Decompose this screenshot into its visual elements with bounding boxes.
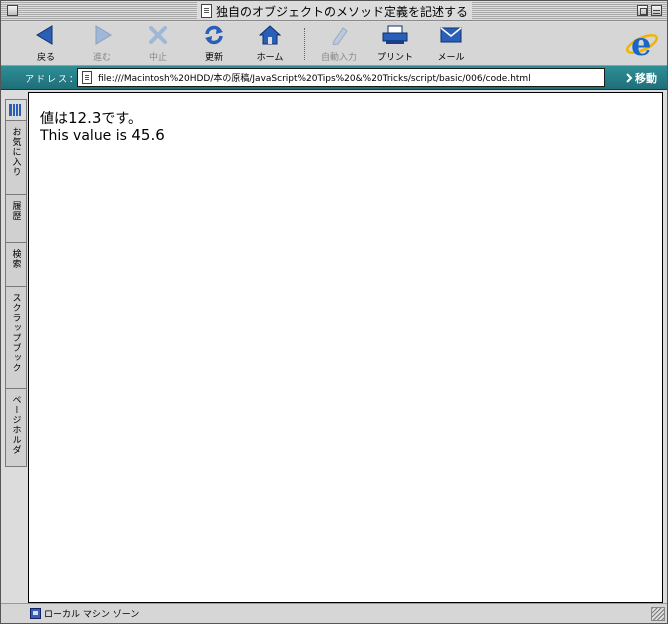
output-line-1: 値は12.3です。 <box>40 108 142 128</box>
sidebar-tab-label: 履歴 <box>10 201 21 221</box>
explorer-bar-tabs: お気に入り 履歴 検索 スクラップブック ページホルダ <box>5 99 27 601</box>
toolbar-separator <box>304 28 305 60</box>
line2-prefix: This value is <box>40 128 132 144</box>
back-button[interactable]: 戻る <box>20 24 72 64</box>
mail-envelope-icon <box>438 24 464 46</box>
sidebar-tab-favorites[interactable]: お気に入り <box>5 121 27 195</box>
svg-text:e: e <box>631 25 651 61</box>
security-zone-text: ローカル マシン ゾーン <box>44 610 140 620</box>
line1-value: 12.3 <box>68 109 102 127</box>
mail-label: メール <box>437 53 465 63</box>
explorer-bar-toggle-icon[interactable] <box>5 99 27 121</box>
sidebar-tab-scrapbook[interactable]: スクラップブック <box>5 287 27 389</box>
collapse-box[interactable] <box>651 5 662 16</box>
stop-x-icon <box>145 24 171 46</box>
line1-prefix: 値は <box>40 111 68 127</box>
home-button[interactable]: ホーム <box>244 24 296 64</box>
autofill-label: 自動入力 <box>320 53 357 63</box>
back-arrow-icon <box>33 24 59 46</box>
back-label: 戻る <box>36 53 55 63</box>
forward-arrow-icon <box>89 24 115 46</box>
address-label: アドレス： <box>25 75 81 85</box>
print-label: プリント <box>376 53 413 63</box>
sidebar-tab-label: ページホルダ <box>10 395 21 455</box>
window-title: 独自のオブジェクトのメソッド定義を記述する <box>216 4 469 19</box>
go-chevron-icon <box>626 73 633 83</box>
forward-label: 進む <box>92 53 111 63</box>
refresh-button[interactable]: 更新 <box>188 24 240 64</box>
sidebar-tab-search[interactable]: 検索 <box>5 243 27 287</box>
home-label: ホーム <box>256 53 284 63</box>
stop-label: 中止 <box>148 53 167 63</box>
status-bar: ローカル マシン ゾーン <box>1 603 667 623</box>
toolbar: 戻る 進む 中止 更新 ホーム 自動入力 プリント メール e <box>1 22 667 66</box>
autofill-button[interactable]: 自動入力 <box>313 24 365 64</box>
document-icon <box>201 4 212 18</box>
line2-value: 45.6 <box>131 126 165 144</box>
line1-suffix: です。 <box>101 111 143 127</box>
autofill-pen-icon <box>326 24 352 46</box>
computer-zone-icon <box>30 608 41 619</box>
printer-icon <box>382 24 408 46</box>
browser-window: 独自のオブジェクトのメソッド定義を記述する 戻る 進む 中止 更新 ホーム 自動… <box>0 0 668 624</box>
sidebar-tab-label: お気に入り <box>10 127 21 177</box>
home-icon <box>257 24 283 46</box>
stop-button[interactable]: 中止 <box>132 24 184 64</box>
zoom-box[interactable] <box>637 5 648 16</box>
address-url[interactable]: file:///Macintosh%20HDD/本の原稿/JavaScript%… <box>98 71 531 84</box>
resize-grip[interactable] <box>651 607 665 621</box>
sidebar-tab-page-holder[interactable]: ページホルダ <box>5 389 27 467</box>
print-button[interactable]: プリント <box>369 24 421 64</box>
close-box[interactable] <box>7 5 18 16</box>
output-line-2: This value is 45.6 <box>40 126 165 144</box>
go-label: 移動 <box>635 72 657 85</box>
go-button[interactable]: 移動 <box>625 70 657 86</box>
sidebar-tab-label: 検索 <box>10 249 21 269</box>
sidebar-tab-label: スクラップブック <box>10 293 21 373</box>
internet-explorer-logo-icon[interactable]: e <box>625 25 659 63</box>
forward-button[interactable]: 進む <box>76 24 128 64</box>
sidebar-tab-history[interactable]: 履歴 <box>5 195 27 243</box>
page-content[interactable]: 値は12.3です。 This value is 45.6 <box>28 92 663 603</box>
mail-button[interactable]: メール <box>425 24 477 64</box>
refresh-icon <box>201 24 227 46</box>
page-document-icon[interactable] <box>82 71 92 84</box>
address-bar: アドレス： file:///Macintosh%20HDD/本の原稿/JavaS… <box>1 66 667 90</box>
title-bar[interactable]: 独自のオブジェクトのメソッド定義を記述する <box>1 1 667 21</box>
window-title-wrap: 独自のオブジェクトのメソッド定義を記述する <box>197 2 473 20</box>
refresh-label: 更新 <box>204 53 223 63</box>
address-field[interactable]: file:///Macintosh%20HDD/本の原稿/JavaScript%… <box>77 68 605 87</box>
